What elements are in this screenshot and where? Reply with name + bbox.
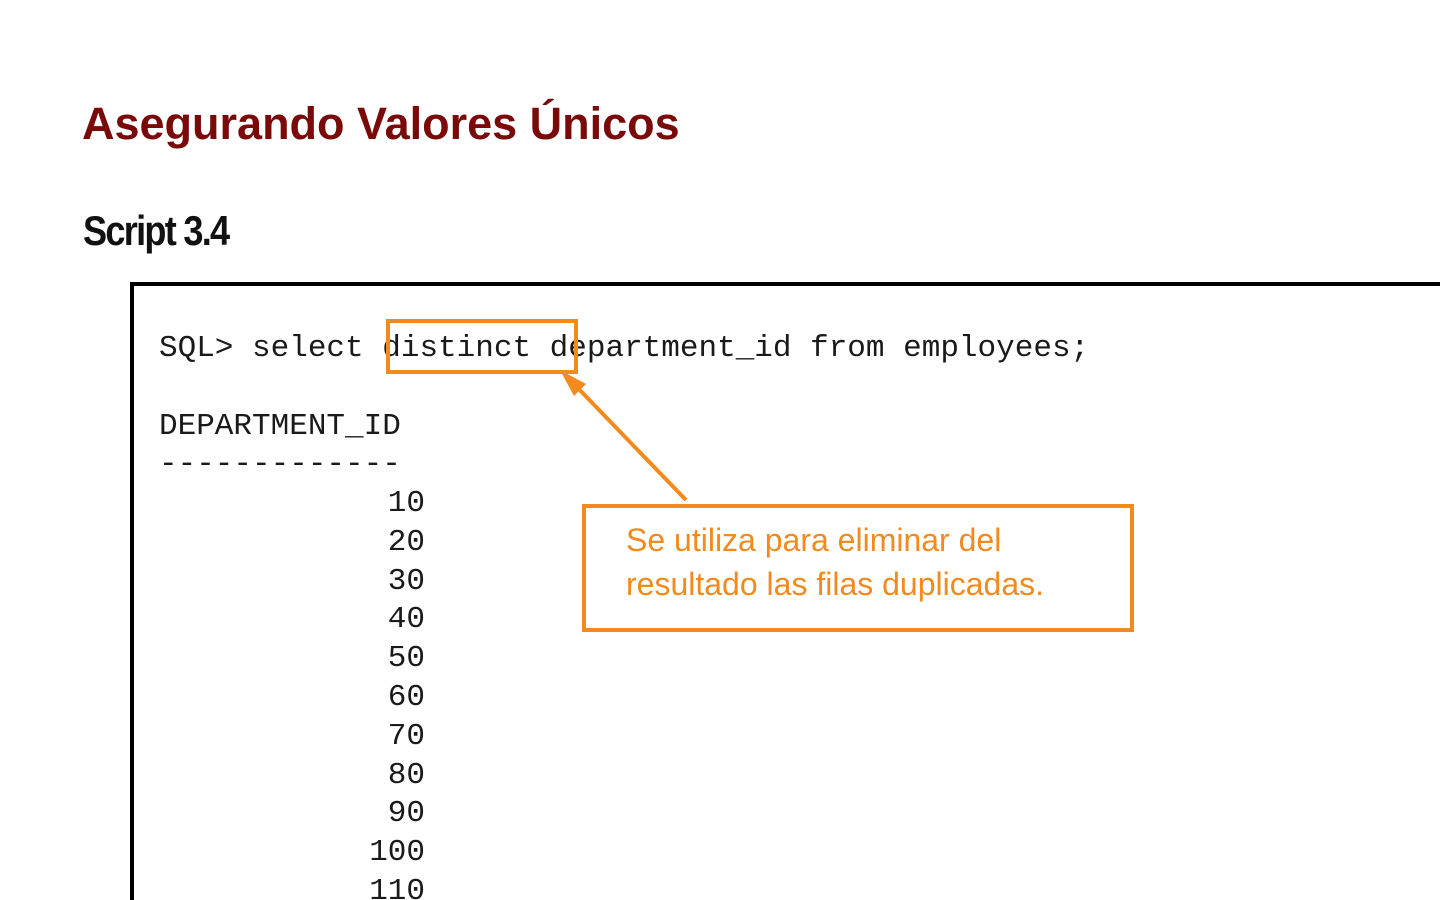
result-value-row: 60 <box>387 679 425 715</box>
page-title: Asegurando Valores Únicos <box>82 98 680 149</box>
result-value-row: 80 <box>387 757 425 793</box>
result-value-row: 100 <box>369 835 425 871</box>
script-subtitle: Script 3.4 <box>83 207 230 254</box>
result-value-row: 50 <box>387 641 425 677</box>
result-value-row: 20 <box>387 524 425 560</box>
sql-command-line: SQL> select distinct department_id from … <box>159 331 1090 366</box>
callout-box: Se utiliza para eliminar del resultado l… <box>582 504 1134 632</box>
result-value-row: 110 <box>369 873 425 900</box>
distinct-keyword-highlight <box>386 319 578 374</box>
result-values-list: 10 20 30 40 50 60 70 80 90 100 110 <box>159 485 425 900</box>
document-page: Asegurando Valores Únicos Script 3.4 SQL… <box>0 0 1440 900</box>
callout-line-2: resultado las filas duplicadas. <box>626 566 1045 602</box>
callout-line-1: Se utiliza para eliminar del <box>626 522 1002 558</box>
callout-text: Se utiliza para eliminar del resultado l… <box>626 518 1126 606</box>
result-value-row: 40 <box>387 602 425 638</box>
result-value-row: 30 <box>387 563 425 599</box>
column-underline: ------------- <box>159 447 401 482</box>
column-header: DEPARTMENT_ID <box>159 409 401 444</box>
result-value-row: 90 <box>387 796 425 832</box>
result-value-row: 70 <box>387 718 425 754</box>
result-value-row: 10 <box>387 486 425 521</box>
